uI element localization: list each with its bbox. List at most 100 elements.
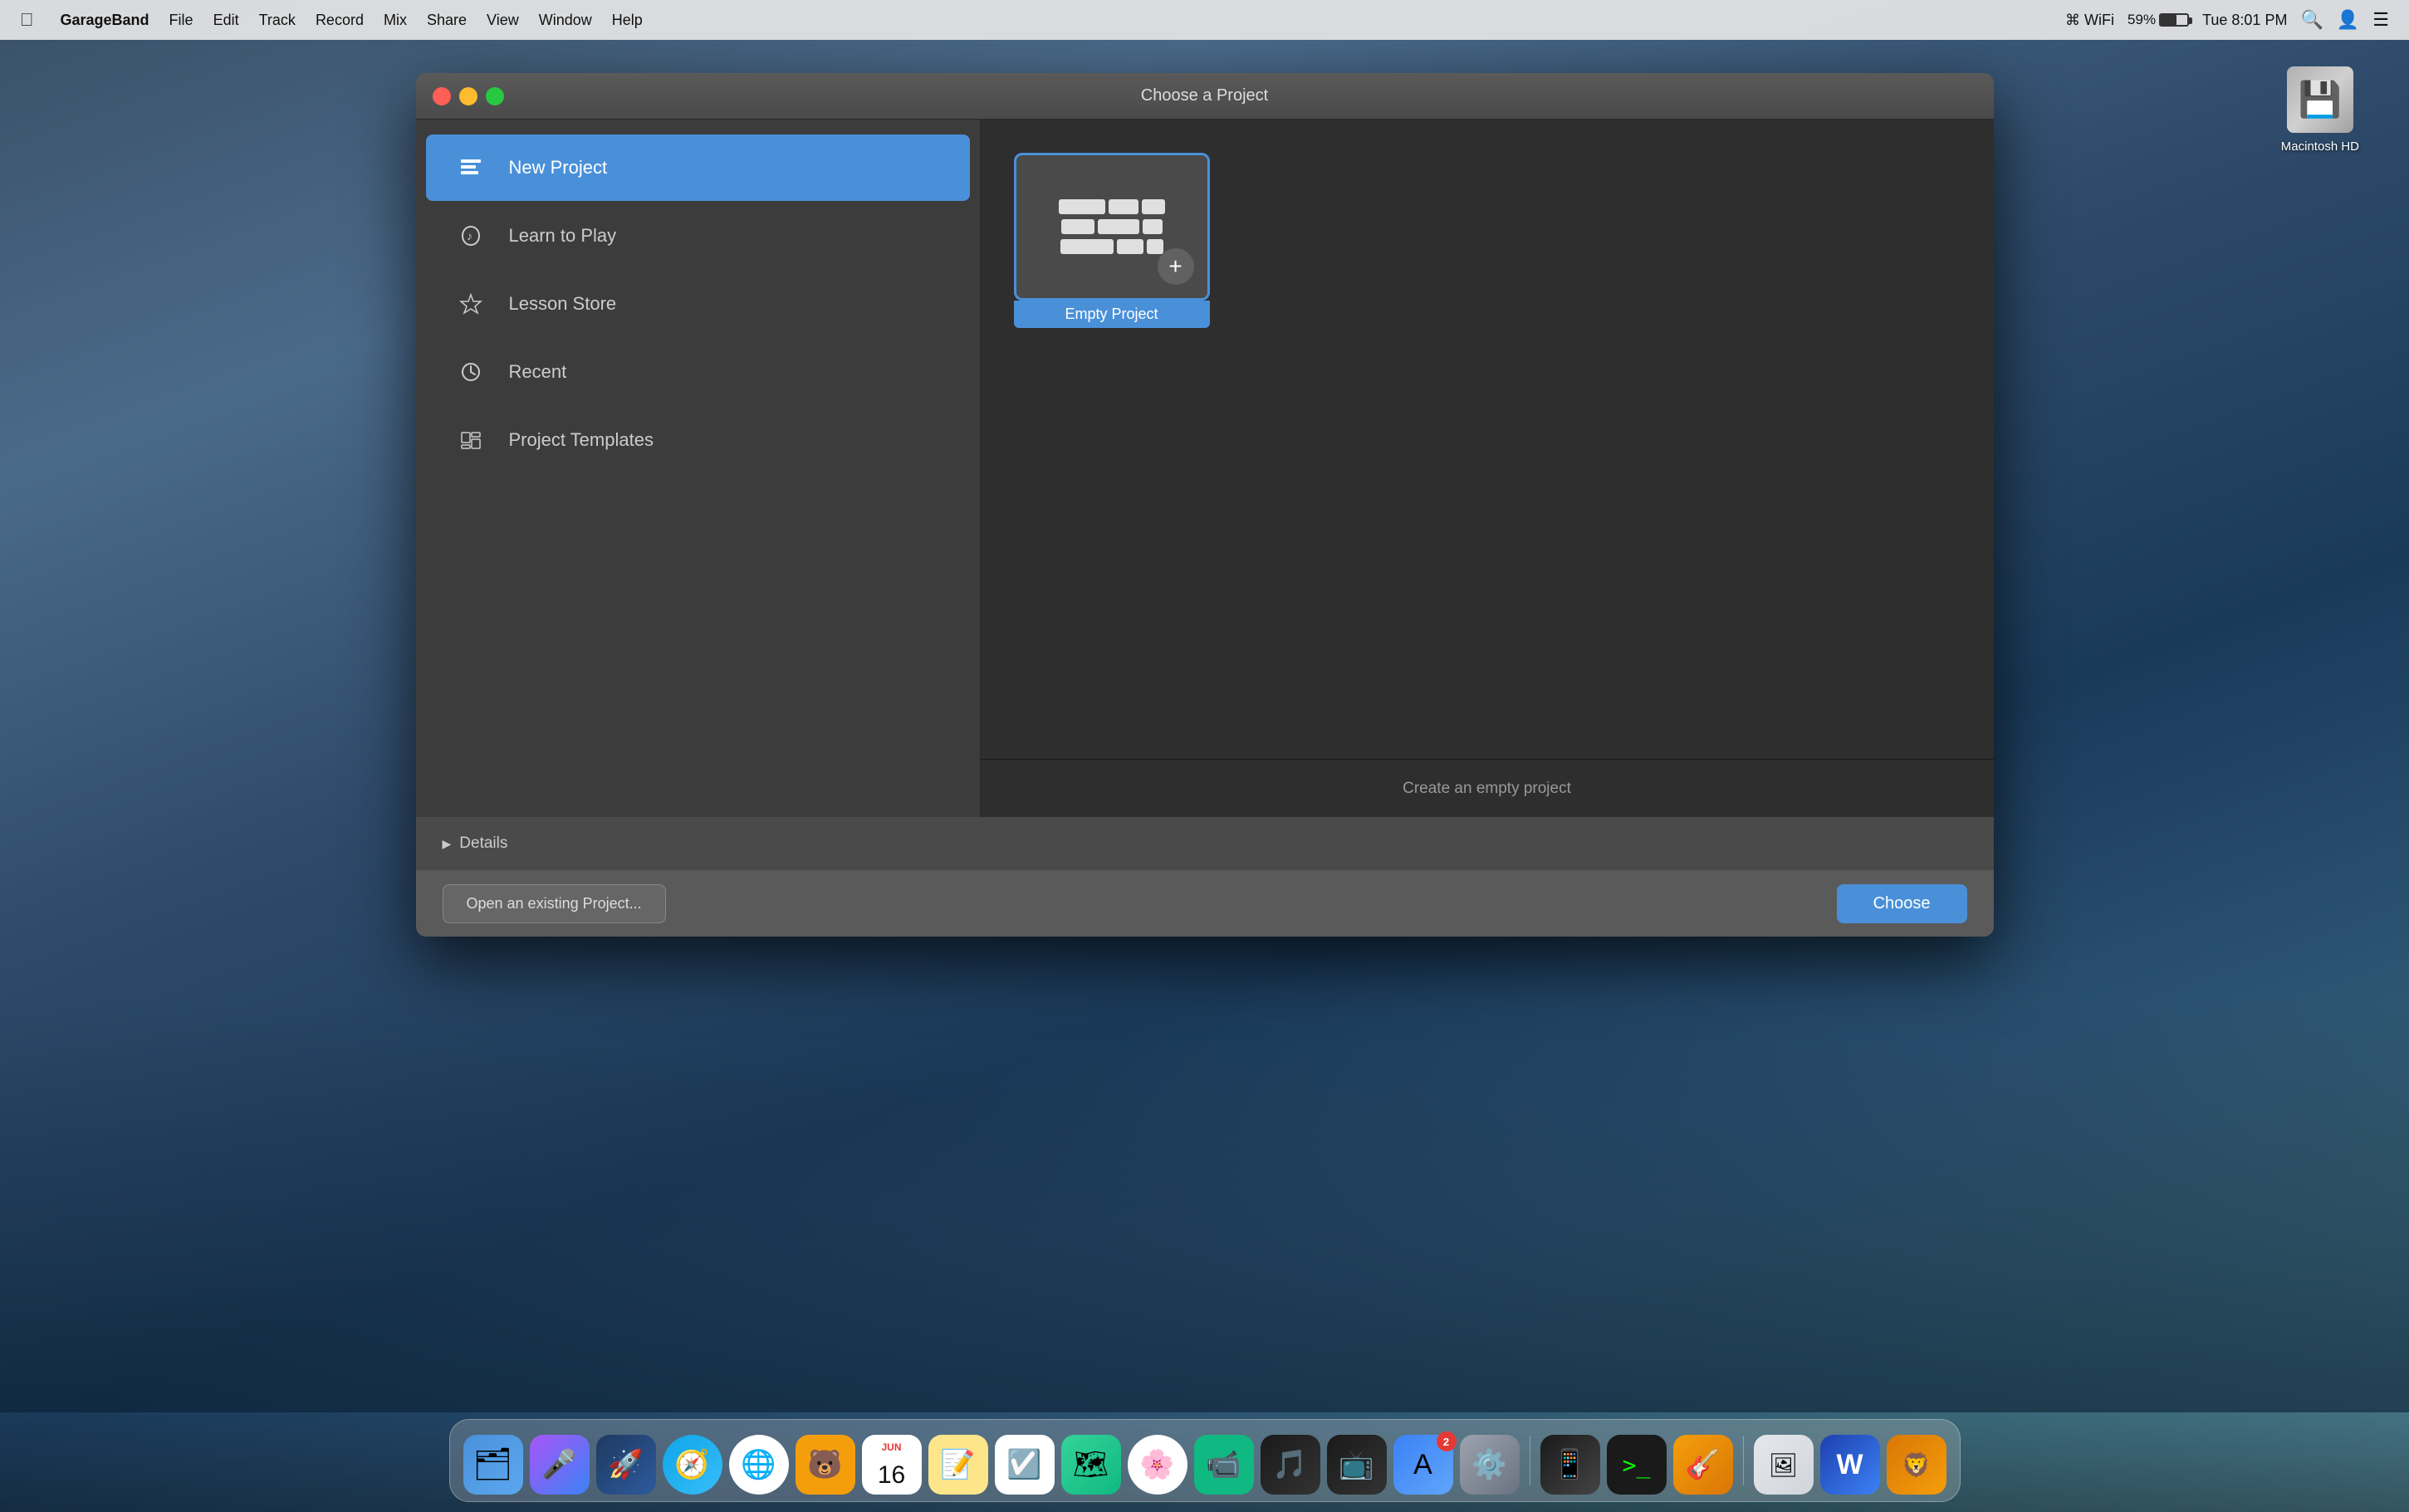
lesson-store-icon [453, 286, 489, 322]
dock-safari[interactable]: 🧭 [663, 1435, 722, 1495]
dock-music[interactable]: 🎵 [1261, 1435, 1320, 1495]
sidebar-item-project-templates[interactable]: Project Templates [426, 407, 970, 473]
menu-view[interactable]: View [477, 12, 529, 29]
dock-terminal[interactable]: >_ [1607, 1435, 1667, 1495]
sidebar-label-project-templates: Project Templates [509, 429, 654, 451]
plus-circle-icon: + [1158, 248, 1194, 285]
choose-button[interactable]: Choose [1837, 884, 1967, 923]
desktop:  GarageBand File Edit Track Record Mix … [0, 0, 2409, 1512]
dock-calendar[interactable]: JUN 16 [862, 1435, 922, 1495]
launchpad-icon: 🚀 [608, 1448, 643, 1481]
track-block [1060, 239, 1114, 254]
minimize-button[interactable] [459, 87, 477, 105]
details-label: Details [459, 834, 507, 853]
project-templates-icon [453, 422, 489, 458]
dock-background: 🗂 🎤 🚀 🧭 🌐 🐻 JUN [449, 1419, 1961, 1502]
empty-project-label: Empty Project [1014, 301, 1210, 328]
dock-system-prefs[interactable]: ⚙️ [1460, 1435, 1520, 1495]
appstore-badge: 2 [1437, 1431, 1457, 1451]
apple-menu-icon[interactable]:  [20, 9, 34, 31]
dock-appletv[interactable]: 📺 [1327, 1435, 1387, 1495]
music-icon: 🎵 [1272, 1448, 1307, 1481]
sidebar-item-recent[interactable]: Recent [426, 339, 970, 405]
dock-siri[interactable]: 🎤 [530, 1435, 590, 1495]
status-bar: Create an empty project [981, 759, 1994, 817]
menu-track[interactable]: Track [249, 12, 306, 29]
dock-bear-notes[interactable]: 🐻 [796, 1435, 855, 1495]
menu-record[interactable]: Record [306, 12, 374, 29]
photos-icon: 🌸 [1139, 1448, 1174, 1481]
dock-maps[interactable]: 🗺 [1061, 1435, 1121, 1495]
main-content: + Empty Project Create an empty project [981, 120, 1994, 817]
menu-edit[interactable]: Edit [203, 12, 249, 29]
preview-icon: 🖼 [1769, 1451, 1799, 1479]
calendar-date: 16 [878, 1461, 905, 1490]
chrome-icon: 🌐 [741, 1448, 776, 1481]
track-row-2 [1061, 219, 1163, 234]
dock-garageband[interactable]: 🎸 [1673, 1435, 1733, 1495]
status-text: Create an empty project [1403, 780, 1571, 798]
open-existing-button[interactable]: Open an existing Project... [443, 884, 666, 923]
user-icon[interactable]: 👤 [2337, 9, 2359, 31]
system-prefs-icon: ⚙️ [1471, 1448, 1506, 1481]
safari-icon: 🧭 [674, 1448, 709, 1481]
learn-to-play-icon: ♪ [453, 218, 489, 254]
maximize-button[interactable] [486, 87, 504, 105]
sidebar: New Project ♪ Learn to Play [416, 120, 981, 817]
finder-icon: 🗂 [472, 1446, 512, 1483]
word-icon: W [1836, 1449, 1863, 1481]
track-block [1147, 239, 1163, 254]
project-grid: + Empty Project [981, 120, 1994, 759]
menu-file[interactable]: File [159, 12, 203, 29]
menubar-right: ⌘ WiFi 59% Tue 8:01 PM 🔍 👤 ☰ [2065, 9, 2389, 31]
sidebar-label-learn-to-play: Learn to Play [509, 225, 617, 247]
details-toggle[interactable]: ▶ Details [443, 834, 508, 853]
menu-extras-icon[interactable]: ☰ [2372, 9, 2389, 31]
menu-window[interactable]: Window [529, 12, 602, 29]
new-project-icon [453, 149, 489, 186]
calendar-month: JUN [881, 1441, 901, 1453]
dock-chrome[interactable]: 🌐 [729, 1435, 789, 1495]
dock-launchpad[interactable]: 🚀 [596, 1435, 656, 1495]
dock-word[interactable]: W [1820, 1435, 1880, 1495]
dock-finder[interactable]: 🗂 [463, 1435, 523, 1495]
track-block [1117, 239, 1143, 254]
details-arrow-icon: ▶ [443, 837, 452, 851]
track-block [1098, 219, 1139, 234]
choose-project-modal: Choose a Project New Project [416, 73, 1994, 937]
search-icon[interactable]: 🔍 [2300, 9, 2323, 31]
sidebar-item-learn-to-play[interactable]: ♪ Learn to Play [426, 203, 970, 269]
dock-preview[interactable]: 🖼 [1754, 1435, 1814, 1495]
track-block [1061, 219, 1094, 234]
dock-notes[interactable]: 📝 [928, 1435, 988, 1495]
menu-help[interactable]: Help [602, 12, 653, 29]
dock-facetime[interactable]: 📹 [1194, 1435, 1254, 1495]
siri-icon: 🎤 [541, 1448, 576, 1481]
maps-icon: 🗺 [1073, 1448, 1109, 1481]
dock: 🗂 🎤 🚀 🧭 🌐 🐻 JUN [0, 1412, 2409, 1512]
appstore-icon: A [1413, 1449, 1432, 1481]
iphone-icon: 📱 [1552, 1448, 1587, 1481]
dock-iphone[interactable]: 📱 [1540, 1435, 1600, 1495]
menu-share[interactable]: Share [417, 12, 477, 29]
menubar:  GarageBand File Edit Track Record Mix … [0, 0, 2409, 40]
track-row-1 [1059, 199, 1165, 214]
sidebar-label-new-project: New Project [509, 157, 608, 179]
dock-separator-2 [1743, 1436, 1744, 1485]
menu-mix[interactable]: Mix [374, 12, 417, 29]
sidebar-item-new-project[interactable]: New Project [426, 135, 970, 201]
dock-photos[interactable]: 🌸 [1128, 1435, 1187, 1495]
close-button[interactable] [433, 87, 451, 105]
garageband-icon: 🎸 [1685, 1448, 1720, 1481]
dock-appcleaner[interactable]: 🦁 [1887, 1435, 1946, 1495]
dock-appstore[interactable]: A 2 [1393, 1435, 1453, 1495]
dock-reminders[interactable]: ☑️ [995, 1435, 1055, 1495]
appletv-icon: 📺 [1339, 1448, 1373, 1481]
app-name-menu[interactable]: GarageBand [51, 12, 159, 29]
sidebar-item-lesson-store[interactable]: Lesson Store [426, 271, 970, 337]
clock: Tue 8:01 PM [2202, 12, 2287, 29]
modal-titlebar: Choose a Project [416, 73, 1994, 120]
empty-project-tile[interactable]: + Empty Project [1014, 153, 1210, 328]
track-block [1142, 199, 1165, 214]
track-row-3 [1060, 239, 1163, 254]
